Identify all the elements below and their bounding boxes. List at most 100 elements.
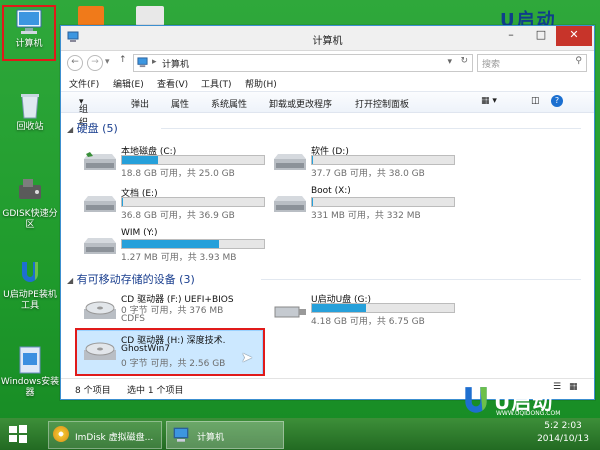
selection-count: 选中 1 个项目 (127, 386, 184, 396)
uninstall-button[interactable]: 卸载或更改程序 (269, 97, 332, 110)
hard-drive-icon (271, 194, 309, 216)
clock-time: 5:2 2:03 (544, 421, 582, 431)
eject-button[interactable]: 弹出 (131, 97, 149, 110)
drive-filesystem: CDFS (121, 314, 145, 324)
refresh-icon[interactable]: ↻ (460, 56, 468, 66)
search-box[interactable]: 搜索 ⚲ (477, 54, 587, 72)
drive-c[interactable]: 本地磁盘 (C:) 18.8 GB 可用，共 25.0 GB (81, 144, 265, 180)
menu-help[interactable]: 帮助(H) (245, 77, 277, 90)
drive-info: 0 字节 可用，共 2.56 GB (121, 359, 226, 369)
usage-fill (122, 198, 124, 206)
drive-info: 36.8 GB 可用，共 36.9 GB (121, 211, 235, 221)
help-icon[interactable]: ? (551, 95, 563, 107)
desktop-icon-label: GDISK快速分区 (2, 209, 58, 230)
cd-drive-icon (81, 300, 119, 322)
usage-fill (312, 304, 366, 312)
taskbar-item-imdisk[interactable]: ImDisk 虚拟磁盘... (48, 421, 162, 449)
usage-fill (122, 156, 158, 164)
taskbar-item-label: ImDisk 虚拟磁盘... (75, 433, 154, 443)
menu-view[interactable]: 查看(V) (157, 77, 188, 90)
address-bar[interactable]: ▸ 计算机 ▾ ↻ (133, 54, 473, 72)
explorer-window: 计算机 – □ ✕ ← → ▾ ↑ ▸ 计算机 ▾ ↻ 搜索 ⚲ 文件(F) 编… (60, 25, 595, 400)
drive-name-line2: GhostWin7 (121, 344, 171, 354)
usage-fill (312, 156, 314, 164)
recent-dropdown-icon[interactable]: ▾ (105, 57, 110, 67)
collapse-icon: ◢ (67, 125, 74, 134)
maximize-button[interactable]: □ (528, 26, 554, 46)
desktop-icon-gdisk[interactable]: GDISK快速分区 (0, 177, 60, 231)
drive-x[interactable]: Boot (X:) 331 MB 可用，共 332 MB (271, 186, 455, 222)
usage-bar (121, 155, 265, 165)
cd-drive-icon (81, 341, 119, 363)
hard-drive-icon (271, 152, 309, 174)
view-options-icon[interactable]: ▦ ▾ (481, 96, 497, 106)
desktop-icon-computer[interactable]: 计算机 (2, 5, 56, 61)
properties-button[interactable]: 属性 (171, 97, 189, 110)
menu-edit[interactable]: 编辑(E) (113, 77, 144, 90)
brand-logo-bottom: U启动 WWW.UQIDONG.COM (460, 384, 590, 418)
drive-d[interactable]: 软件 (D:) 37.7 GB 可用，共 38.0 GB (271, 144, 455, 180)
clock-date: 2014/10/13 (537, 434, 589, 444)
recycle-bin-icon (15, 90, 45, 120)
group-header-removable[interactable]: ◢ 有可移动存储的设备 (3) (67, 271, 195, 287)
desktop-icon-label: U启动PE装机工具 (3, 290, 57, 311)
disc-icon (53, 426, 69, 442)
taskbar-item-label: 计算机 (197, 433, 225, 443)
desktop-partial-icon[interactable] (78, 6, 104, 26)
minimize-button[interactable]: – (498, 26, 524, 46)
collapse-icon: ◢ (67, 276, 74, 285)
up-button[interactable]: ↑ (119, 55, 127, 65)
usage-bar (121, 197, 265, 207)
drive-f[interactable]: CD 驱动器 (F:) UEFI+BIOS 0 字节 可用，共 376 MB C… (81, 292, 261, 328)
mouse-cursor-icon: ➤ (241, 350, 253, 366)
item-count: 8 个项目 (75, 386, 111, 396)
drive-g[interactable]: U启动U盘 (G:) 4.18 GB 可用，共 6.75 GB (271, 292, 455, 328)
menu-file[interactable]: 文件(F) (69, 77, 99, 90)
menu-tools[interactable]: 工具(T) (201, 77, 232, 90)
usage-bar (311, 303, 455, 313)
brand-url: WWW.UQIDONG.COM (496, 410, 561, 417)
desktop-icon-recycle-bin[interactable]: 回收站 (2, 90, 58, 133)
desktop-icon-windows-installer[interactable]: Windows安装器 (0, 345, 60, 399)
system-properties-button[interactable]: 系统属性 (211, 97, 247, 110)
search-icon: ⚲ (575, 56, 582, 66)
forward-button[interactable]: → (87, 55, 103, 71)
control-panel-button[interactable]: 打开控制面板 (355, 97, 409, 110)
drive-info: 4.18 GB 可用，共 6.75 GB (311, 317, 425, 327)
drive-h[interactable]: CD 驱动器 (H:) 深度技术. GhostWin7 0 字节 可用，共 2.… (81, 333, 261, 369)
desktop-partial-icon[interactable] (136, 6, 164, 26)
desktop-icon-label: Windows安装器 (0, 377, 60, 398)
start-button[interactable] (8, 424, 28, 444)
brand-logo-top: U启动 (500, 10, 557, 31)
computer-icon (14, 7, 44, 37)
drive-name: Boot (X:) (311, 186, 351, 196)
address-dropdown-icon[interactable]: ▾ (447, 57, 452, 67)
hard-drive-icon (81, 194, 119, 216)
drive-info: 18.8 GB 可用，共 25.0 GB (121, 169, 235, 179)
installer-icon (15, 345, 45, 375)
clock[interactable]: 5:2 2:03 2014/10/13 (530, 420, 596, 446)
organize-button[interactable]: 组织 ▾ (79, 97, 88, 128)
group-divider (261, 279, 581, 280)
desktop-icon-label: 计算机 (15, 39, 43, 49)
drive-info: 37.7 GB 可用，共 38.0 GB (311, 169, 425, 179)
usb-drive-icon (271, 300, 309, 322)
back-button[interactable]: ← (67, 55, 83, 71)
drive-y[interactable]: WIM (Y:) 1.27 MB 可用，共 3.93 MB (81, 228, 265, 264)
preview-pane-icon[interactable]: ◫ (531, 96, 540, 106)
u-logo-icon (465, 387, 487, 413)
address-computer-icon (137, 57, 148, 71)
drive-name: WIM (Y:) (121, 228, 158, 238)
desktop-icon-pe-installer[interactable]: U启动PE装机工具 (0, 258, 60, 312)
usage-fill (312, 198, 314, 206)
close-button[interactable]: ✕ (556, 26, 592, 46)
drive-e[interactable]: 文档 (E:) 36.8 GB 可用，共 36.9 GB (81, 186, 265, 222)
taskbar-item-computer[interactable]: 计算机 (166, 421, 284, 449)
group-header-hdd[interactable]: ◢ 硬盘 (5) (67, 120, 118, 136)
usage-bar (311, 155, 455, 165)
hard-drive-icon (81, 236, 119, 258)
title-bar: 计算机 – □ ✕ (61, 26, 594, 51)
computer-icon (173, 427, 189, 446)
address-path: 计算机 (162, 60, 190, 70)
u-logo-icon (15, 258, 45, 288)
